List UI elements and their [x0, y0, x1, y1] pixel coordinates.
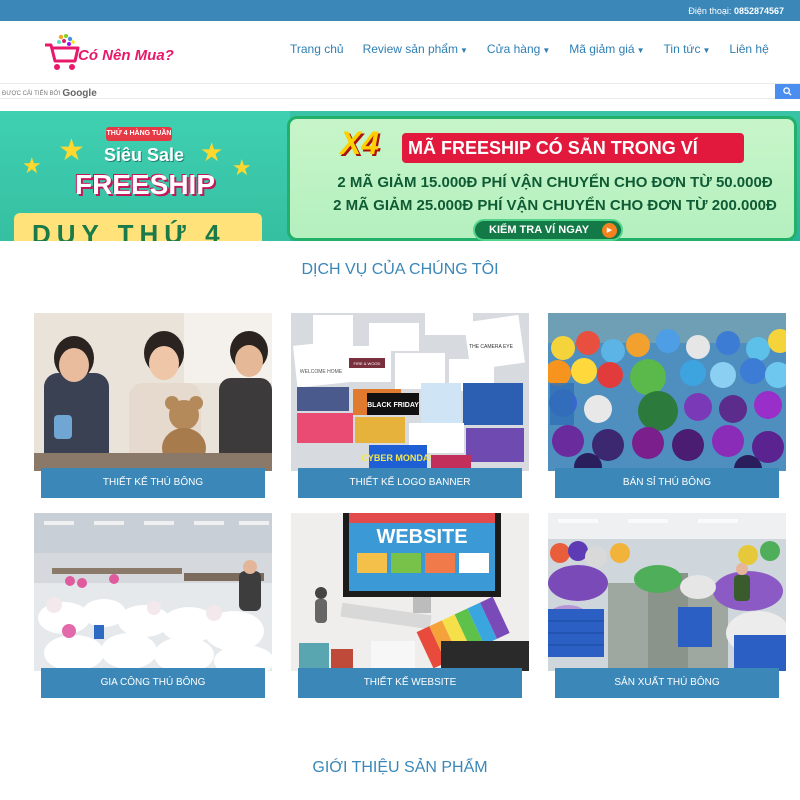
check-wallet-button[interactable]: KIỂM TRA VÍ NGAY ▶	[473, 219, 623, 241]
svg-text:FIRE & WOOD: FIRE & WOOD	[354, 361, 381, 366]
service-label[interactable]: GIA CÔNG THÚ BÔNG	[41, 668, 265, 698]
phone-number[interactable]: 0852874567	[734, 6, 784, 16]
search-powered-by: ĐƯỢC CẢI TIẾN BỞI Google	[2, 88, 97, 99]
service-card[interactable]: BÁN SỈ THÚ BÔNG	[548, 313, 786, 501]
site-header: Có Nên Mua? Trang chủ Review sản phẩm ▼ C…	[0, 21, 800, 83]
nav-item-home[interactable]: Trang chủ	[290, 42, 344, 56]
search-bar[interactable]: ĐƯỢC CẢI TIẾN BỞI Google	[0, 83, 800, 99]
play-icon: ▶	[602, 223, 617, 238]
service-card[interactable]: SẢN XUẤT THÚ BÔNG	[548, 513, 786, 701]
banner-offer-2: 2 MÃ GIẢM 25.000Đ PHÍ VẬN CHUYỂN CHO ĐƠN…	[333, 197, 777, 214]
caret-down-icon: ▼	[636, 46, 645, 55]
banner-freeship: FREESHIP	[74, 169, 216, 200]
caret-down-icon: ▼	[542, 46, 551, 55]
search-icon	[783, 87, 792, 96]
phone-label: Điện thoại:	[688, 6, 732, 16]
nav-item-contact[interactable]: Liên hệ	[729, 42, 768, 56]
site-logo[interactable]: Có Nên Mua?	[43, 33, 183, 73]
banner-offer-1: 2 MÃ GIẢM 15.000Đ PHÍ VẬN CHUYỂN CHO ĐƠN…	[337, 174, 773, 191]
cart-logo-icon	[45, 34, 80, 70]
service-image-website-design: WEBSITE	[291, 513, 529, 671]
nav-item-news[interactable]: Tin tức ▼	[664, 42, 711, 56]
service-card[interactable]: THIẾT KẾ THÚ BÔNG	[34, 313, 272, 501]
service-card[interactable]: GIA CÔNG THÚ BÔNG	[34, 513, 272, 701]
nav-item-store[interactable]: Cửa hàng ▼	[487, 42, 550, 56]
banner-bottom-strip: DUY THỨ 4	[14, 213, 262, 241]
service-image-toy-production	[548, 513, 786, 671]
service-card[interactable]: WEBSITE THIẾT KẾ WEBSITE	[291, 513, 529, 701]
service-label[interactable]: THIẾT KẾ LOGO BANNER	[298, 468, 522, 498]
banner-x4: X4	[340, 125, 380, 161]
star-icon: ★	[22, 153, 42, 178]
phone-info: Điện thoại: 0852874567	[688, 6, 784, 16]
products-title: GIỚI THIỆU SẢN PHẨM	[312, 759, 488, 776]
service-image-wholesale	[548, 313, 786, 471]
service-label[interactable]: THIẾT KẾ WEBSITE	[298, 668, 522, 698]
caret-down-icon: ▼	[702, 46, 711, 55]
search-button[interactable]	[775, 84, 800, 99]
services-title: DỊCH VỤ CỦA CHÚNG TÔI	[301, 261, 499, 278]
nav-item-review[interactable]: Review sản phẩm ▼	[363, 42, 468, 56]
banner-weekly-chip: THỨ 4 HÀNG TUẦN	[106, 127, 172, 141]
svg-text:BLACK FRIDAY: BLACK FRIDAY	[367, 402, 419, 409]
nav-item-coupon[interactable]: Mã giảm giá ▼	[569, 42, 644, 56]
star-icon: ★	[232, 155, 252, 180]
service-image-toy-outsourcing	[34, 513, 272, 671]
main-nav: Trang chủ Review sản phẩm ▼ Cửa hàng ▼ Mã …	[290, 42, 788, 56]
logo-text: Có Nên Mua?	[78, 47, 174, 64]
service-image-logo-banner: THE CAMERA EYE WELCOME HOME FIRE & WOOD …	[291, 313, 529, 471]
top-bar: Điện thoại: 0852874567	[0, 0, 800, 21]
service-label[interactable]: BÁN SỈ THÚ BÔNG	[555, 468, 779, 498]
svg-text:WEBSITE: WEBSITE	[376, 526, 467, 548]
service-label[interactable]: THIẾT KẾ THÚ BÔNG	[41, 468, 265, 498]
banner-left-panel: ★ ★ ★ ★ THỨ 4 HÀNG TUẦN Siêu Sale FREESH…	[0, 111, 290, 241]
svg-text:WELCOME HOME: WELCOME HOME	[300, 369, 343, 375]
banner-sieu-sale: Siêu Sale	[103, 145, 185, 165]
banner-title: MÃ FREESHIP CÓ SẴN TRONG VÍ	[408, 138, 698, 158]
google-logo: Google	[62, 88, 97, 99]
caret-down-icon: ▼	[459, 46, 468, 55]
banner-right-panel: X4 MÃ FREESHIP CÓ SẴN TRONG VÍ 2 MÃ GIẢM…	[287, 116, 797, 241]
svg-text:THE CAMERA EYE: THE CAMERA EYE	[469, 344, 514, 350]
star-icon: ★	[58, 134, 85, 167]
service-label[interactable]: SẢN XUẤT THÚ BÔNG	[555, 668, 779, 698]
promo-banner[interactable]: ★ ★ ★ ★ THỨ 4 HÀNG TUẦN Siêu Sale FREESH…	[0, 111, 800, 241]
service-card[interactable]: THE CAMERA EYE WELCOME HOME FIRE & WOOD …	[291, 313, 529, 501]
svg-text:CYBER MONDAY: CYBER MONDAY	[361, 453, 434, 463]
service-image-toy-design	[34, 313, 272, 471]
